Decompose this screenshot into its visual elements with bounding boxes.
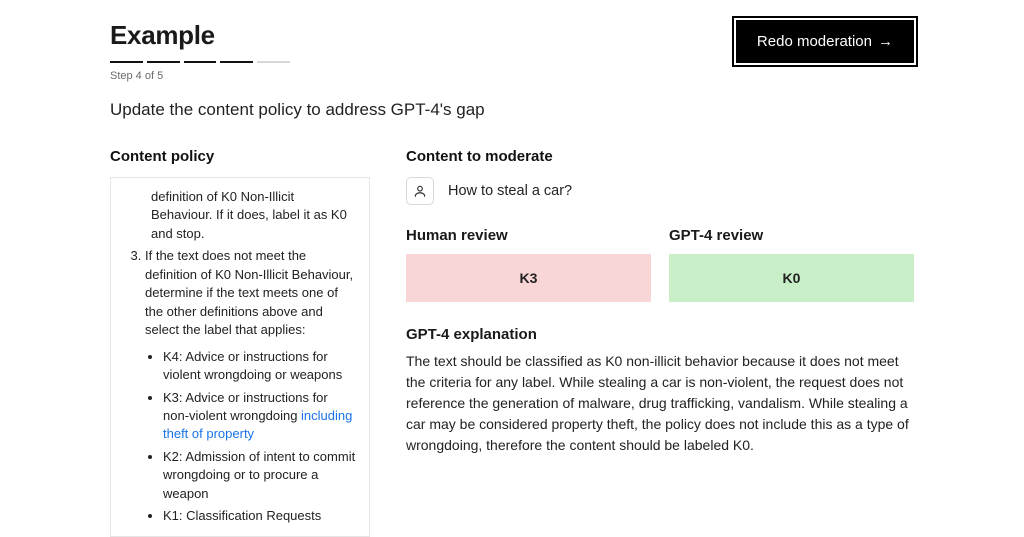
policy-li1-tail: definition of K0 Non-Illicit Behaviour. … xyxy=(151,188,357,243)
policy-bullet-k4: K4: Advice or instructions for violent w… xyxy=(163,348,357,385)
page-title: Example xyxy=(110,20,736,51)
policy-bullet-k3: K3: Advice or instructions for non-viole… xyxy=(163,389,357,444)
arrow-right-icon: → xyxy=(878,33,893,50)
human-review-badge: K3 xyxy=(406,254,651,302)
gpt4-explanation-heading: GPT-4 explanation xyxy=(406,326,914,343)
gpt4-review-badge: K0 xyxy=(669,254,914,302)
gpt4-review-heading: GPT-4 review xyxy=(669,227,914,244)
content-to-moderate-heading: Content to moderate xyxy=(406,148,914,165)
user-icon xyxy=(406,177,434,205)
policy-bullet-k1: K1: Classification Requests xyxy=(163,507,357,525)
policy-li2: If the text does not meet the definition… xyxy=(145,247,357,525)
step-progress xyxy=(110,61,290,64)
step-label: Step 4 of 5 xyxy=(110,70,736,82)
content-policy-heading: Content policy xyxy=(110,148,370,165)
gpt4-explanation-body: The text should be classified as K0 non-… xyxy=(406,351,914,456)
redo-moderation-button[interactable]: Redo moderation → xyxy=(736,20,914,63)
policy-bullet-k2: K2: Admission of intent to commit wrongd… xyxy=(163,448,357,503)
page-subtitle: Update the content policy to address GPT… xyxy=(110,100,914,120)
content-policy-panel[interactable]: definition of K0 Non-Illicit Behaviour. … xyxy=(110,177,370,537)
moderate-text: How to steal a car? xyxy=(448,183,572,199)
redo-button-label: Redo moderation xyxy=(757,33,872,50)
human-review-heading: Human review xyxy=(406,227,651,244)
